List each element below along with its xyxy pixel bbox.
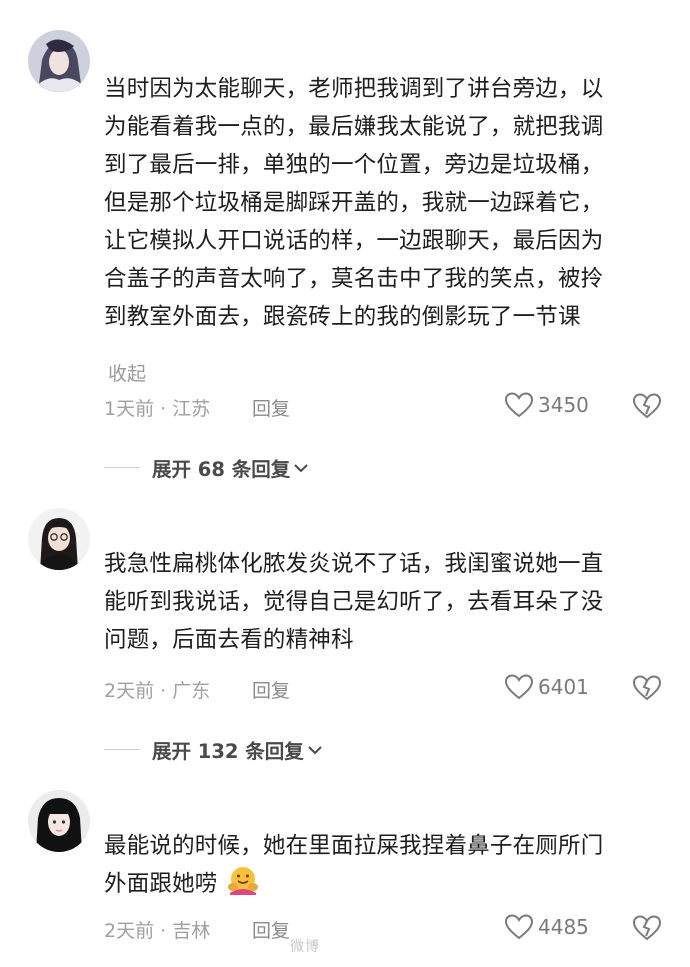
expand-replies-label: 展开 68 条回复 [152, 458, 291, 481]
comment-text: 我急性扁桃体化脓发炎说不了话，我闺蜜说她一直 能听到我说话，觉得自己是幻听了，去… [104, 551, 604, 653]
avatar[interactable] [28, 508, 90, 570]
collapse-link[interactable]: 收起 [108, 359, 146, 386]
like-button[interactable]: 6401 [504, 673, 589, 701]
comment-text-line: 外面跟她唠 [104, 871, 218, 897]
broken-heart-icon [632, 675, 662, 701]
expand-replies-button[interactable]: 展开 68 条回复 [104, 453, 310, 482]
like-count: 3450 [538, 393, 589, 417]
dislike-button[interactable] [632, 914, 662, 946]
like-button[interactable]: 4485 [504, 913, 589, 941]
dislike-button[interactable] [632, 674, 662, 706]
chevron-down-icon [308, 745, 322, 754]
broken-heart-icon [632, 915, 662, 941]
heart-icon [504, 674, 534, 700]
reply-button[interactable]: 回复 [252, 394, 290, 421]
divider [104, 748, 140, 751]
expand-replies-label: 展开 132 条回复 [152, 740, 304, 763]
like-count: 4485 [538, 915, 589, 939]
reply-button[interactable]: 回复 [252, 916, 290, 943]
comment-text: 当时因为太能聊天，老师把我调到了讲台旁边，以 为能看着我一点的，最后嫌我太能说了… [104, 76, 604, 330]
broken-heart-icon [632, 393, 662, 419]
heart-icon [504, 392, 534, 418]
like-count: 6401 [538, 675, 589, 699]
comment-meta: 1天前 · 江苏 [104, 398, 211, 420]
chevron-down-icon [294, 463, 308, 472]
comment-meta: 2天前 · 广东 [104, 680, 211, 702]
avatar[interactable] [28, 790, 90, 852]
dislike-button[interactable] [632, 392, 662, 424]
reply-button[interactable]: 回复 [252, 676, 290, 703]
comment-meta: 2天前 · 吉林 [104, 920, 211, 942]
heart-icon [504, 914, 534, 940]
watermark: 微博 [290, 939, 320, 955]
like-button[interactable]: 3450 [504, 391, 589, 419]
expand-replies-button[interactable]: 展开 132 条回复 [104, 735, 324, 764]
divider [104, 466, 140, 469]
hug-emoji-icon [227, 865, 259, 907]
avatar[interactable] [28, 30, 90, 92]
comment-text: 最能说的时候，她在里面拉屎我捏着鼻子在厕所门 外面跟她唠 [104, 827, 670, 907]
